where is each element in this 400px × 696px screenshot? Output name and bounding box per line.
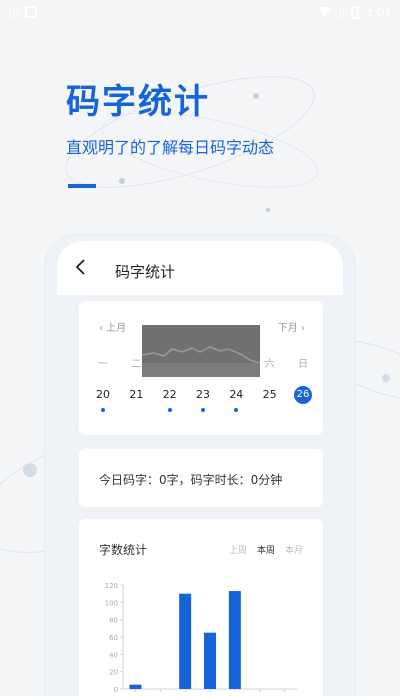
tab-this-week[interactable]: 本周 <box>257 543 275 556</box>
status-time: 3:01 <box>365 5 392 19</box>
calendar-day[interactable]: 25 <box>258 387 282 415</box>
y-tick-label: 60 <box>109 634 118 642</box>
notification-icon: ◫ <box>8 5 20 19</box>
phone-mockup: 码字统计 ‹ 上月 下月 › 一 二 三 四 五 六 日 20212223242… <box>44 234 356 696</box>
y-tick-label: 20 <box>109 669 118 677</box>
calendar-day[interactable]: 21 <box>124 387 148 415</box>
status-bar: ◫ ▯ 3:01 <box>0 0 400 24</box>
next-month-button[interactable]: 下月 › <box>278 319 305 334</box>
calendar-day[interactable]: 24 <box>224 387 248 415</box>
day-row: 20 21 22 23 24 25 26 <box>91 386 315 415</box>
activity-dot <box>167 408 172 412</box>
screen-title: 码字统计 <box>115 263 176 281</box>
calendar-card: ‹ 上月 下月 › 一 二 三 四 五 六 日 20212223242526 <box>79 301 323 435</box>
tab-last-week[interactable]: 上周 <box>229 543 247 556</box>
wifi-icon <box>318 7 333 17</box>
calendar-day-number: 22 <box>162 388 177 401</box>
today-summary-card: 今日码字：0字，码字时长：0分钟 <box>79 449 323 507</box>
app-notification-icon <box>25 6 38 18</box>
hero-title: 码字统计 <box>66 82 210 122</box>
word-count-bar-chart: 0204060801001202.202.212.222.232.242.252… <box>105 582 297 696</box>
calendar-day[interactable]: 22 <box>158 387 182 415</box>
stats-range-tabs: 上周 本周 本月 <box>229 543 303 556</box>
tab-this-month[interactable]: 本月 <box>285 543 303 556</box>
hero-subtitle: 直观明了的了解每日码字动态 <box>66 138 275 157</box>
activity-dot <box>200 408 205 412</box>
calendar-day[interactable]: 23 <box>191 387 215 415</box>
calendar-day[interactable]: 20 <box>91 387 115 415</box>
activity-dot <box>101 408 105 412</box>
word-stats-card: 字数统计 上周 本周 本月 0204060801001202.202.212.2… <box>79 519 323 696</box>
calendar-day-number: 21 <box>129 388 144 401</box>
y-tick-label: 0 <box>114 686 118 694</box>
today-summary-text: 今日码字：0字，码字时长：0分钟 <box>99 473 283 487</box>
prev-month-button[interactable]: ‹ 上月 <box>99 319 126 334</box>
bar-2.23 <box>204 632 216 689</box>
bar-2.24 <box>228 591 241 689</box>
battery-icon <box>351 5 360 19</box>
hero-underline <box>68 184 96 188</box>
weekday-label: 一 <box>98 359 108 370</box>
calendar-day-number: 20 <box>96 388 110 401</box>
y-tick-label: 120 <box>105 582 118 590</box>
no-sim-icon: ▯ <box>338 5 346 19</box>
weekday-label: 日 <box>297 359 308 370</box>
calendar-day-number: 26 <box>293 386 312 404</box>
y-tick-label: 80 <box>109 617 118 625</box>
back-arrow-icon[interactable] <box>71 257 91 277</box>
activity-dot <box>234 408 239 412</box>
calendar-day-number: 24 <box>229 388 244 401</box>
calendar-day-number: 23 <box>195 388 210 401</box>
screen-header: 码字统计 <box>57 241 343 295</box>
bar-2.20 <box>129 684 142 689</box>
stats-title: 字数统计 <box>99 543 148 557</box>
y-tick-label: 100 <box>105 599 118 607</box>
bar-2.22 <box>179 593 192 689</box>
calendar-day[interactable]: 26 <box>291 386 315 415</box>
calendar-day-number: 25 <box>262 388 277 401</box>
weekday-label: 六 <box>264 359 275 370</box>
image-overlay <box>141 325 261 377</box>
y-tick-label: 40 <box>109 651 118 659</box>
